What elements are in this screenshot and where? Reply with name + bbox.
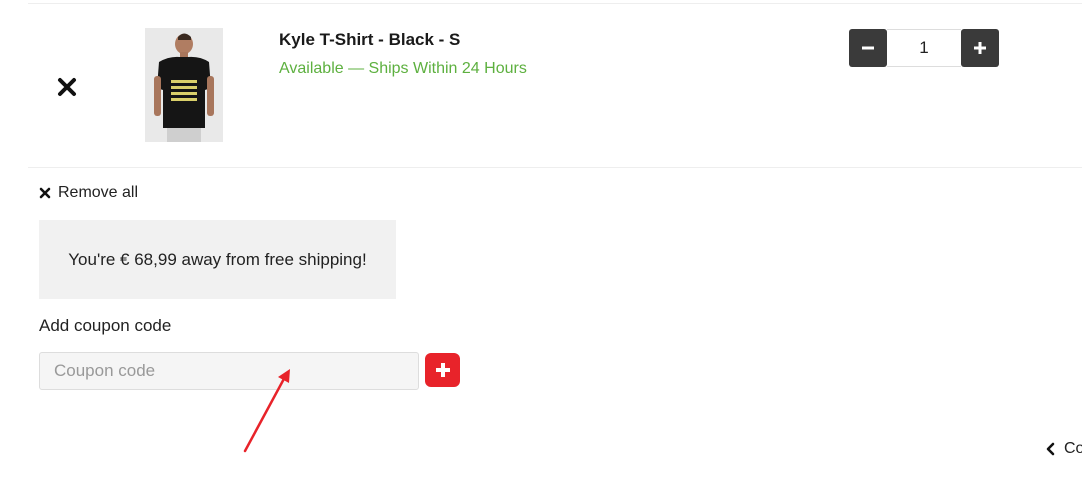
availability-status: Available — Ships Within 24 Hours bbox=[279, 60, 527, 77]
product-image[interactable] bbox=[145, 28, 223, 142]
minus-icon bbox=[862, 46, 874, 50]
remove-all-button[interactable]: Remove all bbox=[39, 184, 138, 202]
product-title[interactable]: Kyle T-Shirt - Black - S bbox=[279, 30, 460, 50]
quantity-input[interactable] bbox=[887, 29, 961, 67]
close-icon bbox=[39, 187, 51, 199]
close-icon bbox=[58, 78, 76, 96]
chevron-left-icon bbox=[1046, 442, 1055, 456]
row-divider bbox=[28, 167, 1082, 168]
add-coupon-button[interactable] bbox=[425, 353, 460, 387]
remove-item-button[interactable] bbox=[56, 76, 78, 98]
free-shipping-text: You're € 68,99 away from free shipping! bbox=[68, 249, 367, 269]
continue-shopping-link[interactable]: Co bbox=[1045, 440, 1082, 458]
plus-icon bbox=[435, 363, 450, 377]
quantity-decrease-button[interactable] bbox=[849, 29, 887, 67]
remove-all-label: Remove all bbox=[58, 184, 139, 201]
coupon-label: Add coupon code bbox=[39, 316, 172, 335]
top-divider bbox=[28, 3, 1082, 4]
continue-label: Co bbox=[1064, 440, 1082, 457]
coupon-code-input[interactable] bbox=[39, 352, 419, 390]
quantity-increase-button[interactable] bbox=[961, 29, 999, 67]
free-shipping-notice: You're € 68,99 away from free shipping! bbox=[39, 220, 396, 299]
t-shirt-image bbox=[145, 28, 223, 142]
quantity-stepper bbox=[849, 29, 999, 67]
plus-icon bbox=[974, 42, 986, 54]
